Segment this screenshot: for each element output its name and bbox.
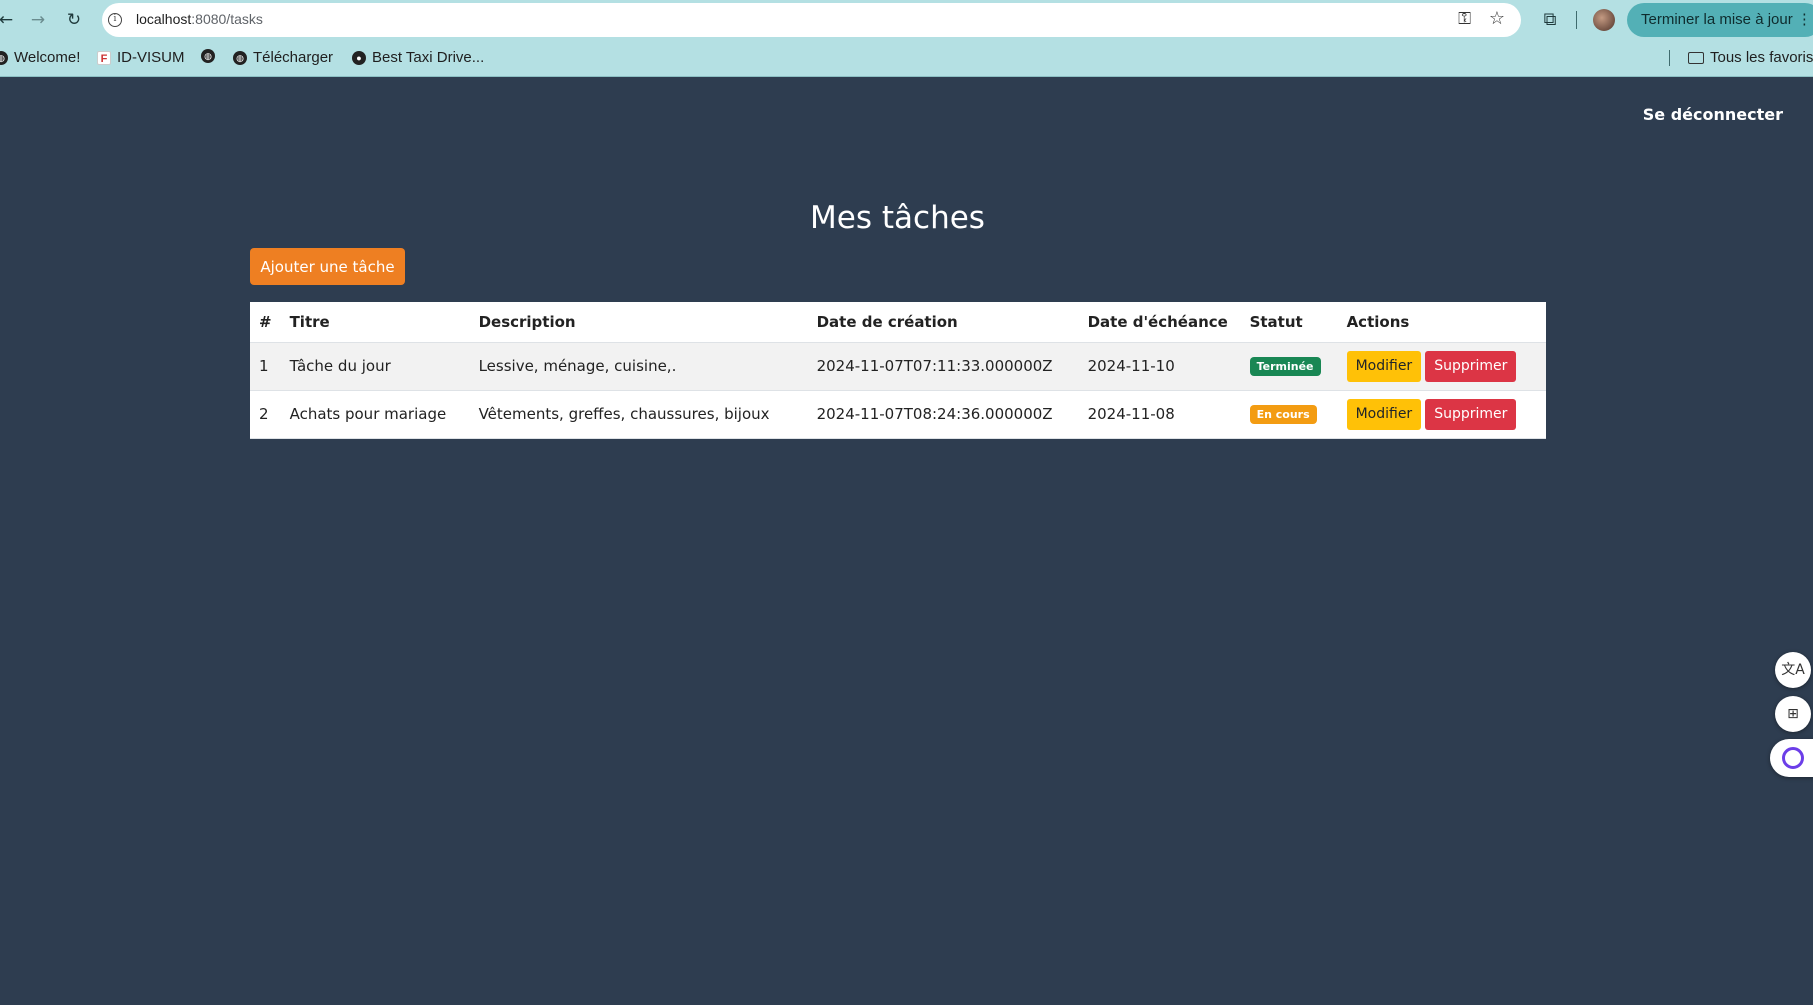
add-task-button[interactable]: Ajouter une tâche xyxy=(250,248,405,285)
bookmark-telecharger[interactable]: ◍ Télécharger xyxy=(233,49,333,66)
info-icon[interactable]: i xyxy=(108,13,122,27)
column-header-due: Date d'échéance xyxy=(1078,302,1241,343)
logout-link[interactable]: Se déconnecter xyxy=(1643,105,1783,124)
task-actions: Modifier Supprimer xyxy=(1337,390,1546,439)
bookmark-globe[interactable]: ◍ xyxy=(201,49,215,63)
all-bookmarks[interactable]: Tous les favoris xyxy=(1688,49,1813,66)
reload-icon[interactable]: ↻ xyxy=(62,8,86,32)
task-actions: Modifier Supprimer xyxy=(1337,342,1546,391)
task-created: 2024-11-07T08:24:36.000000Z xyxy=(807,390,1079,439)
taxi-favicon-icon: ● xyxy=(352,50,366,65)
puzzle-icon[interactable]: ⧉ xyxy=(1538,8,1562,32)
task-due: 2024-11-10 xyxy=(1078,342,1241,391)
folder-icon xyxy=(1688,51,1704,64)
column-header-status: Statut xyxy=(1240,302,1338,343)
update-button[interactable]: Terminer la mise à jour ⋮ xyxy=(1627,3,1813,37)
bookmark-best-taxi[interactable]: ● Best Taxi Drive... xyxy=(352,49,484,66)
column-header-description: Description xyxy=(469,302,808,343)
address-bar[interactable]: i localhost:8080/tasks ⚿ ☆ xyxy=(102,3,1521,37)
edit-button[interactable]: Modifier xyxy=(1346,350,1422,382)
url-path: :8080/tasks xyxy=(191,11,263,27)
bookmark-label: Best Taxi Drive... xyxy=(372,49,485,66)
task-status-cell: Terminée xyxy=(1240,342,1338,391)
globe-icon: ◍ xyxy=(0,50,8,65)
task-due: 2024-11-08 xyxy=(1078,390,1241,439)
task-description: Vêtements, greffes, chaussures, bijoux xyxy=(469,390,808,439)
assistant-icon[interactable] xyxy=(1770,739,1813,777)
page-title: Mes tâches xyxy=(810,200,985,236)
address-url[interactable]: localhost:8080/tasks xyxy=(136,11,263,27)
delete-button[interactable]: Supprimer xyxy=(1425,398,1517,430)
tasks-table: # Titre Description Date de création Dat… xyxy=(250,302,1546,439)
bookmark-id-visum[interactable]: F ID-VISUM xyxy=(97,49,185,66)
bookmark-label: ID-VISUM xyxy=(117,49,185,66)
task-id: 2 xyxy=(250,390,281,439)
task-title: Achats pour mariage xyxy=(280,390,470,439)
bookmark-label: Télécharger xyxy=(253,49,334,66)
status-badge: Terminée xyxy=(1249,357,1321,376)
column-header-created: Date de création xyxy=(807,302,1079,343)
arrow-right-icon[interactable]: → xyxy=(26,8,50,32)
table-header-row: # Titre Description Date de création Dat… xyxy=(250,302,1546,343)
column-header-title: Titre xyxy=(280,302,470,343)
arrow-left-icon[interactable]: ← xyxy=(0,8,18,32)
key-icon[interactable]: ⚿ xyxy=(1458,9,1471,29)
avatar[interactable] xyxy=(1593,9,1615,31)
translate-icon[interactable]: 文A xyxy=(1775,652,1811,688)
task-status-cell: En cours xyxy=(1240,390,1338,439)
task-title: Tâche du jour xyxy=(280,342,470,391)
all-bookmarks-label: Tous les favoris xyxy=(1710,49,1813,66)
task-description: Lessive, ménage, cuisine,. xyxy=(469,342,808,391)
delete-button[interactable]: Supprimer xyxy=(1425,350,1517,382)
edit-button[interactable]: Modifier xyxy=(1346,398,1422,430)
table-row: 1 Tâche du jour Lessive, ménage, cuisine… xyxy=(250,342,1546,391)
bookmarks-divider xyxy=(1669,50,1670,66)
column-header-actions: Actions xyxy=(1337,302,1546,343)
column-header-id: # xyxy=(250,302,281,343)
favicon-icon: F xyxy=(97,50,111,65)
task-id: 1 xyxy=(250,342,281,391)
url-host: localhost xyxy=(136,11,192,27)
table-row: 2 Achats pour mariage Vêtements, greffes… xyxy=(250,390,1546,439)
status-badge: En cours xyxy=(1249,405,1317,424)
globe-icon: ◍ xyxy=(201,49,215,63)
apps-icon[interactable]: ⊞ xyxy=(1775,696,1811,732)
bookmark-welcome[interactable]: ◍ Welcome! xyxy=(0,49,80,66)
task-created: 2024-11-07T07:11:33.000000Z xyxy=(807,342,1079,391)
star-icon[interactable]: ☆ xyxy=(1489,8,1505,29)
browser-toolbar: ← → ↻ i localhost:8080/tasks ⚿ ☆ ⧉ Termi… xyxy=(0,0,1813,40)
bookmark-label: Welcome! xyxy=(14,49,81,66)
bookmarks-bar: ◍ Welcome! F ID-VISUM ◍ ◍ Télécharger ● … xyxy=(0,40,1813,77)
toolbar-divider xyxy=(1576,11,1577,29)
update-button-label: Terminer la mise à jour xyxy=(1641,11,1793,28)
globe-icon: ◍ xyxy=(233,50,247,65)
